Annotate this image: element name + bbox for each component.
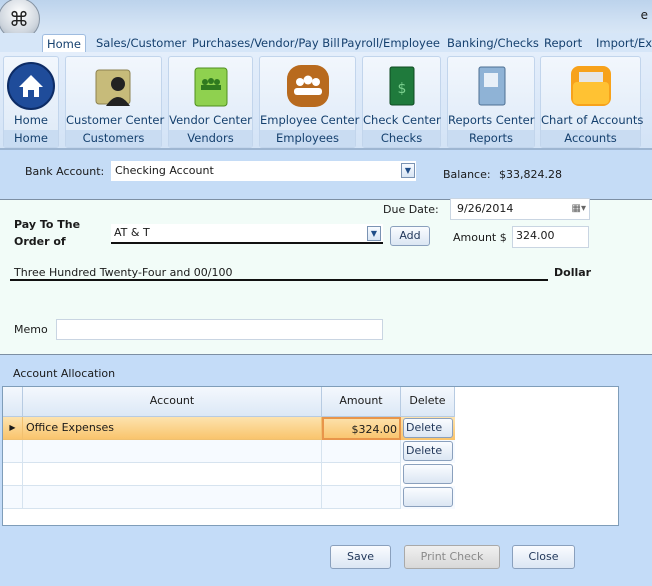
balance-label: Balance: [443, 168, 491, 181]
tab-report[interactable]: Report [540, 34, 586, 53]
column-header-account[interactable]: Account [23, 387, 322, 417]
accounts-folder-icon [570, 66, 611, 106]
pay-to-label-1: Pay To The [14, 218, 81, 231]
reports-binder-icon [478, 66, 506, 106]
table-row[interactable] [3, 463, 455, 486]
account-cell[interactable] [23, 463, 322, 486]
amount-cell[interactable] [322, 440, 401, 463]
vendor-book-icon [194, 67, 227, 107]
row-header-corner [3, 387, 23, 417]
payee-chevron-down-icon[interactable]: ▼ [367, 226, 381, 241]
tab-home[interactable]: Home [42, 34, 86, 53]
tab-import-export[interactable]: Import/Exp [592, 34, 652, 53]
print-check-button[interactable]: Print Check [404, 545, 500, 569]
ribbon: Home Home Customer Center Customers Vend… [0, 52, 652, 150]
ribbon-tabs: Home Sales/Customer Purchases/Vendor/Pay… [0, 33, 652, 53]
payee-select[interactable]: AT & T [111, 224, 383, 244]
delete-row-button[interactable]: Delete [403, 441, 453, 461]
amount-value: 324.00 [516, 229, 555, 242]
close-button[interactable]: Close [512, 545, 575, 569]
account-allocation-title: Account Allocation [13, 367, 116, 380]
dollar-label: Dollar [554, 266, 592, 279]
check-form: Due Date: 9/26/2014 ▦▾ Pay To The Order o… [0, 198, 652, 355]
balance-value: $33,824.28 [499, 168, 562, 181]
calendar-icon[interactable]: ▦▾ [572, 199, 586, 219]
column-header-delete[interactable]: Delete [401, 387, 455, 417]
app-logo-icon: ⌘ [9, 7, 29, 31]
svg-text:$: $ [397, 81, 406, 97]
ribbon-customer-center-button[interactable]: Customer Center Customers [65, 56, 164, 148]
amount-input[interactable]: 324.00 [512, 226, 589, 248]
amount-in-words: Three Hundred Twenty-Four and 00/100 [14, 266, 233, 279]
bank-account-select[interactable]: Checking Account [111, 161, 416, 181]
amount-words-line [10, 279, 548, 281]
allocation-grid: Account Amount Delete ▶ Office Expenses … [2, 386, 619, 526]
checkbook-icon: $ [389, 66, 414, 106]
amount-cell[interactable] [322, 486, 401, 509]
payee-value: AT & T [114, 226, 150, 239]
current-row-arrow-icon: ▶ [3, 417, 23, 440]
add-payee-button[interactable]: Add [390, 226, 430, 246]
due-date-value: 9/26/2014 [457, 202, 514, 215]
employees-icon [286, 65, 329, 107]
account-cell[interactable]: Office Expenses [23, 417, 322, 440]
ribbon-chart-of-accounts-button[interactable]: Chart of Accounts Accounts [540, 56, 643, 148]
due-date-label: Due Date: [383, 203, 439, 216]
customer-folder-icon [95, 69, 130, 106]
row-header [3, 440, 23, 463]
tab-purchases[interactable]: Purchases/Vendor/Pay Bill [188, 34, 344, 53]
column-header-amount[interactable]: Amount [322, 387, 401, 417]
account-cell[interactable] [23, 440, 322, 463]
memo-label: Memo [14, 323, 48, 336]
row-header [3, 463, 23, 486]
save-button[interactable]: Save [330, 545, 391, 569]
ribbon-home-button[interactable]: Home Home [3, 56, 59, 148]
chevron-down-icon[interactable]: ▼ [401, 163, 415, 178]
account-cell[interactable] [23, 486, 322, 509]
ribbon-employee-center-button[interactable]: Employee Center Employees [259, 56, 359, 148]
bank-account-bar: Bank Account: Checking Account ▼ Balance… [0, 151, 652, 200]
row-header [3, 486, 23, 509]
amount-label: Amount $ [453, 231, 507, 244]
memo-input[interactable] [56, 319, 383, 340]
ribbon-check-center-button[interactable]: $ Check Center Checks [362, 56, 441, 148]
table-row[interactable] [3, 486, 455, 509]
bank-account-value: Checking Account [115, 164, 214, 177]
delete-row-button[interactable]: Delete [403, 418, 453, 438]
amount-cell[interactable]: $324.00 [322, 417, 401, 440]
tab-sales-customer[interactable]: Sales/Customer [92, 34, 190, 53]
tab-payroll[interactable]: Payroll/Employee [337, 34, 444, 53]
table-row[interactable]: Delete [3, 440, 455, 463]
window-title: e [640, 8, 648, 22]
due-date-picker[interactable]: 9/26/2014 ▦▾ [450, 198, 590, 220]
amount-cell[interactable] [322, 463, 401, 486]
pay-to-label-2: Order of [14, 235, 66, 248]
ribbon-vendor-center-button[interactable]: Vendor Center Vendors [168, 56, 253, 148]
ribbon-reports-center-button[interactable]: Reports Center Reports [447, 56, 535, 148]
delete-row-button[interactable] [403, 487, 453, 507]
bank-account-label: Bank Account: [25, 165, 105, 178]
table-row[interactable]: ▶ Office Expenses $324.00 Delete [3, 417, 455, 440]
title-bar: e [0, 0, 652, 34]
home-icon [7, 62, 55, 110]
delete-row-button[interactable] [403, 464, 453, 484]
tab-banking[interactable]: Banking/Checks [443, 34, 543, 53]
